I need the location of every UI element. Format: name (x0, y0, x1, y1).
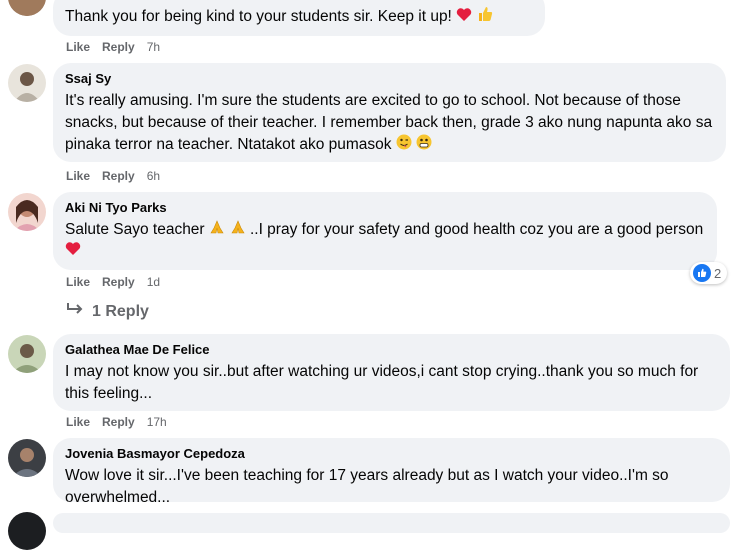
like-link[interactable]: Like (66, 169, 90, 183)
timestamp[interactable]: 6h (147, 169, 160, 183)
reaction-count-badge[interactable]: 2 (690, 262, 728, 284)
comment-author[interactable]: Ssaj Sy (65, 71, 714, 86)
comment-text: It's really amusing. I'm sure the studen… (65, 92, 713, 153)
comment-text: Thank you for being kind to your student… (65, 8, 452, 25)
comment-text-start: Salute Sayo teacher (65, 221, 205, 238)
comment-author[interactable]: Jovenia Basmayor Cepedoza (65, 446, 718, 461)
avatar[interactable] (8, 512, 46, 550)
like-reaction-icon (693, 264, 711, 282)
avatar[interactable] (8, 335, 46, 373)
view-replies-link[interactable]: 1 Reply (66, 302, 149, 321)
comment-actions: Like Reply 6h (66, 169, 160, 183)
praying-hands-icon (230, 219, 246, 240)
next-comment-bubble (53, 513, 730, 533)
replies-count-label: 1 Reply (92, 302, 149, 320)
comment-actions: Like Reply 1d (66, 275, 160, 289)
comment-author[interactable]: Galathea Mae De Felice (65, 342, 718, 357)
timestamp[interactable]: 1d (147, 275, 160, 289)
tongue-wink-emoji-icon (396, 134, 412, 155)
comment-author[interactable]: Aki Ni Tyo Parks (65, 200, 705, 215)
reply-link[interactable]: Reply (102, 275, 135, 289)
comment-text-end: ..I pray for your safety and good health… (249, 221, 704, 238)
avatar[interactable] (8, 0, 46, 16)
comment-text: I may not know you sir..but after watchi… (65, 363, 699, 402)
comment-text: Wow love it sir...I've been teaching for… (65, 467, 669, 502)
reaction-count: 2 (714, 265, 722, 281)
like-link[interactable]: Like (66, 275, 90, 289)
heart-icon (65, 241, 81, 261)
like-link[interactable]: Like (66, 40, 90, 54)
grin-emoji-icon (416, 134, 432, 155)
reply-link[interactable]: Reply (102, 169, 135, 183)
comment-bubble: Ssaj Sy It's really amusing. I'm sure th… (53, 63, 726, 162)
avatar[interactable] (8, 193, 46, 231)
avatar[interactable] (8, 439, 46, 477)
comment-bubble: Galathea Mae De Felice I may not know yo… (53, 334, 730, 411)
reply-link[interactable]: Reply (102, 40, 135, 54)
reply-link[interactable]: Reply (102, 415, 135, 429)
comment-bubble: Jovenia Basmayor Cepedoza Wow love it si… (53, 438, 730, 502)
comment-actions: Like Reply 7h (66, 40, 160, 54)
thumbs-up-emoji-icon (477, 6, 493, 27)
comment-actions: Like Reply 17h (66, 415, 167, 429)
timestamp[interactable]: 17h (147, 415, 167, 429)
timestamp[interactable]: 7h (147, 40, 160, 54)
heart-icon (456, 7, 472, 27)
comment-bubble: Thank you for being kind to your student… (53, 0, 545, 36)
like-link[interactable]: Like (66, 415, 90, 429)
comment-bubble: Aki Ni Tyo Parks Salute Sayo teacher ..I… (53, 192, 717, 270)
praying-hands-icon (209, 219, 225, 240)
avatar[interactable] (8, 64, 46, 102)
reply-arrow-icon (66, 302, 84, 321)
